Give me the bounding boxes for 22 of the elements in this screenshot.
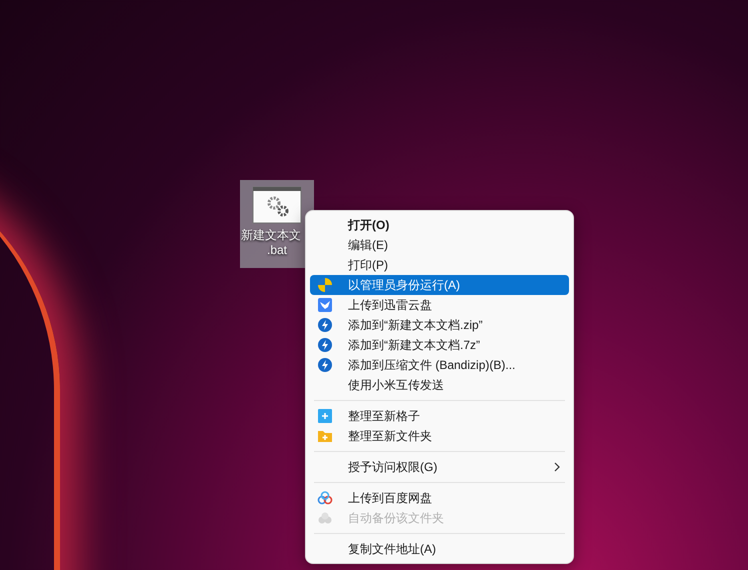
menu-item[interactable]: 授予访问权限(G) [310, 457, 569, 477]
file-extension: .bat [266, 243, 287, 258]
menu-item[interactable]: 整理至新格子 [310, 406, 569, 426]
menu-item[interactable]: 上传到迅雷云盘 [310, 295, 569, 315]
file-name: 新建文本文 [241, 228, 301, 243]
menu-item[interactable]: 使用小米互传发送 [310, 375, 569, 395]
lightning-icon [317, 337, 333, 353]
lightning-icon [317, 317, 333, 333]
chevron-right-icon [553, 462, 561, 472]
menu-item[interactable]: 添加到“新建文本文档.zip” [310, 315, 569, 335]
plus-folder-icon [317, 428, 333, 444]
plus-tile-icon [317, 408, 333, 424]
menu-item[interactable]: 上传到百度网盘 [310, 488, 569, 508]
menu-item: 自动备份该文件夹 [310, 508, 569, 528]
gears-file-icon [252, 186, 302, 224]
menu-item[interactable]: 添加到压缩文件 (Bandizip)(B)... [310, 355, 569, 375]
lightning-icon [317, 357, 333, 373]
menu-item[interactable]: 复制文件地址(A) [310, 539, 569, 559]
menu-item[interactable]: 以管理员身份运行(A) [310, 275, 569, 295]
menu-item[interactable]: 整理至新文件夹 [310, 426, 569, 446]
file-icon-tile[interactable]: 新建文本文 .bat [240, 180, 314, 268]
menu-item[interactable]: 添加到“新建文本文档.7z” [310, 335, 569, 355]
